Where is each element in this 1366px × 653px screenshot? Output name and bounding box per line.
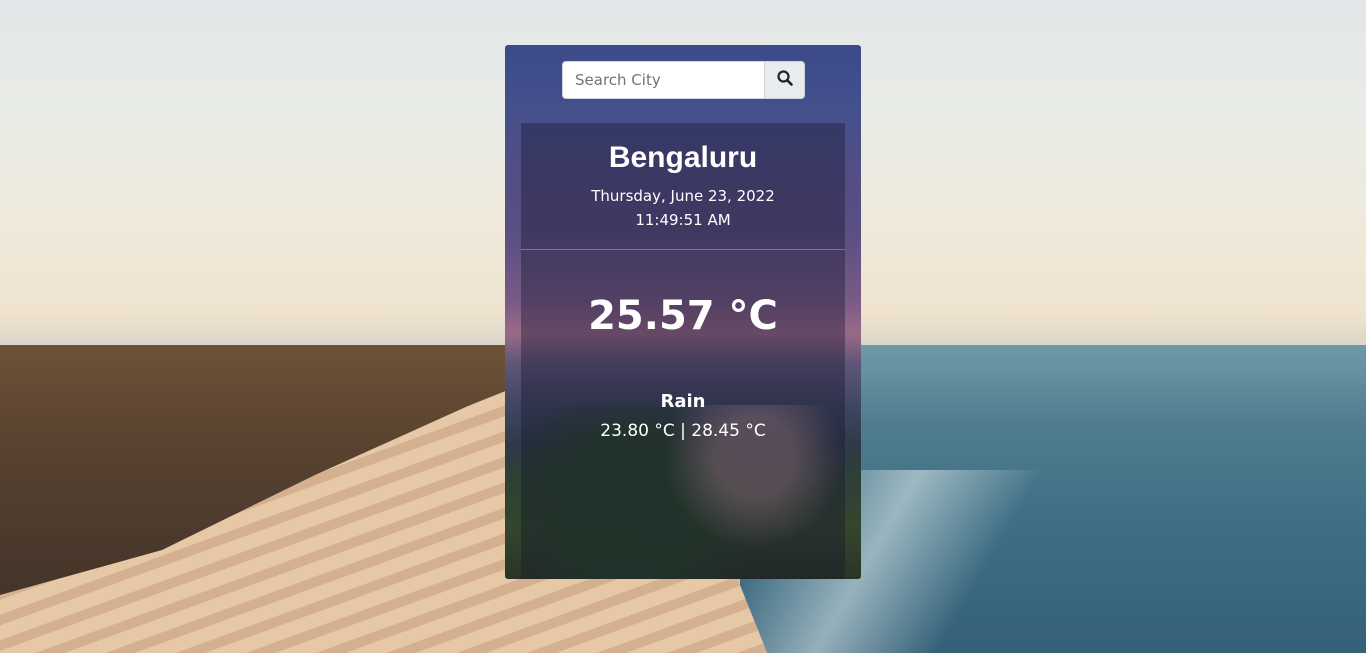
temperature-range: 23.80 °C | 28.45 °C xyxy=(600,421,766,441)
search-input[interactable] xyxy=(562,61,764,99)
weather-condition: Rain xyxy=(660,391,706,412)
current-date: Thursday, June 23, 2022 xyxy=(591,187,775,205)
current-time: 11:49:51 AM xyxy=(635,211,731,229)
city-name: Bengaluru xyxy=(608,141,758,174)
temperature: 25.57 °C xyxy=(588,293,778,339)
search-icon xyxy=(776,70,793,90)
search-button[interactable] xyxy=(764,61,805,99)
search-bar xyxy=(562,61,805,99)
divider xyxy=(521,249,845,250)
weather-card: Bengaluru Thursday, June 23, 2022 11:49:… xyxy=(505,45,861,579)
weather-panel: Bengaluru Thursday, June 23, 2022 11:49:… xyxy=(521,123,845,579)
